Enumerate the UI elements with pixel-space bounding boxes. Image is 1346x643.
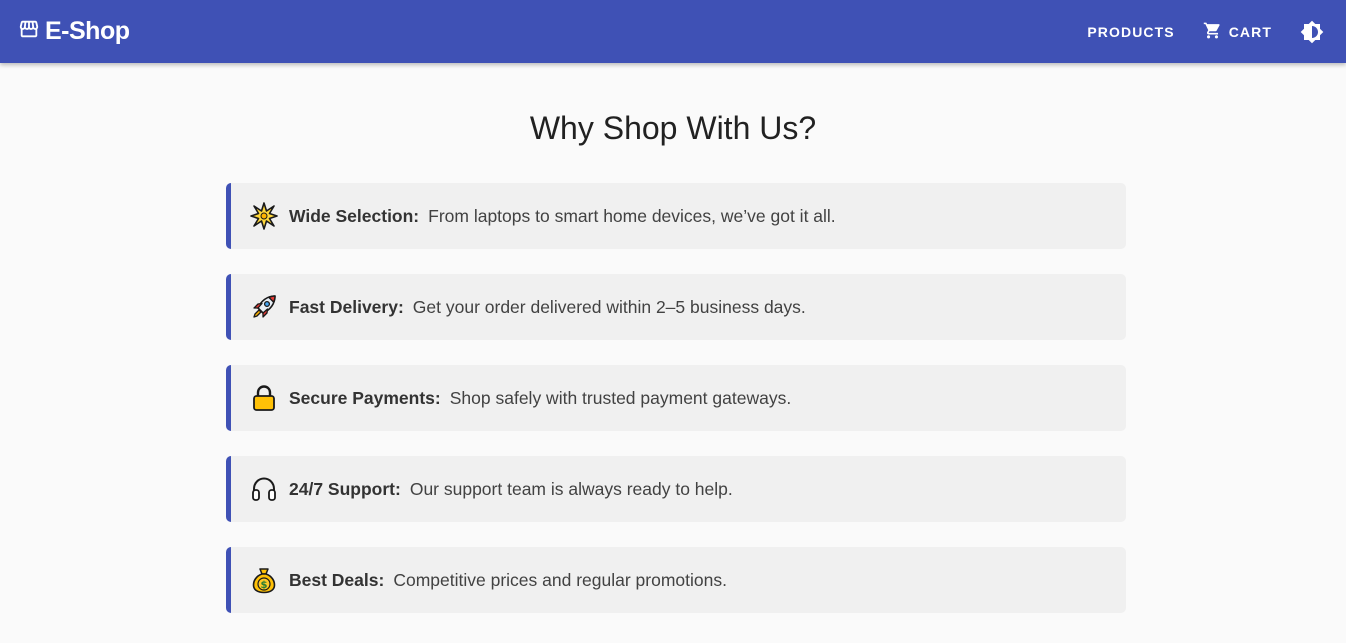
sparkle-burst-icon xyxy=(249,201,279,231)
feature-description: From laptops to smart home devices, we’v… xyxy=(428,205,836,226)
feature-item-wide-selection: Wide Selection: From laptops to smart ho… xyxy=(226,183,1126,249)
brand-home-link[interactable]: E-Shop xyxy=(18,16,130,46)
feature-label: Best Deals: xyxy=(289,569,385,590)
feature-item-secure-payments: Secure Payments: Shop safely with truste… xyxy=(226,365,1126,431)
brand-title: E-Shop xyxy=(45,17,130,45)
nav-cart-label: CART xyxy=(1228,23,1272,40)
svg-text:$: $ xyxy=(261,580,268,591)
feature-item-best-deals: $ Best Deals: Competitive prices and reg… xyxy=(226,547,1126,613)
shopping-cart-icon xyxy=(1203,21,1222,43)
features-list: Wide Selection: From laptops to smart ho… xyxy=(226,183,1126,638)
headphones-icon xyxy=(249,474,279,504)
nav-products-button[interactable]: PRODUCTS xyxy=(1079,16,1182,48)
lock-icon xyxy=(249,383,279,413)
money-bag-icon: $ xyxy=(249,565,279,595)
feature-item-support: 24/7 Support: Our support team is always… xyxy=(226,456,1126,522)
feature-description: Get your order delivered within 2–5 busi… xyxy=(412,296,806,317)
storefront-icon xyxy=(18,18,40,45)
nav-products-label: PRODUCTS xyxy=(1087,23,1175,40)
brightness-icon xyxy=(1300,20,1324,48)
app-bar: E-Shop PRODUCTS CART xyxy=(0,0,1346,63)
theme-toggle-button[interactable] xyxy=(1300,20,1324,44)
feature-label: Fast Delivery: xyxy=(289,296,404,317)
feature-description: Our support team is always ready to help… xyxy=(409,478,733,499)
feature-label: Wide Selection: xyxy=(289,205,420,226)
rocket-icon xyxy=(249,292,279,322)
page-title: Why Shop With Us? xyxy=(529,110,817,146)
feature-description: Shop safely with trusted payment gateway… xyxy=(449,387,792,408)
feature-label: 24/7 Support: xyxy=(289,478,401,499)
nav-cart-button[interactable]: CART xyxy=(1195,13,1280,51)
feature-description: Competitive prices and regular promotion… xyxy=(393,569,727,590)
feature-label: Secure Payments: xyxy=(289,387,441,408)
feature-item-fast-delivery: Fast Delivery: Get your order delivered … xyxy=(226,274,1126,340)
top-nav: PRODUCTS CART xyxy=(1079,0,1346,63)
